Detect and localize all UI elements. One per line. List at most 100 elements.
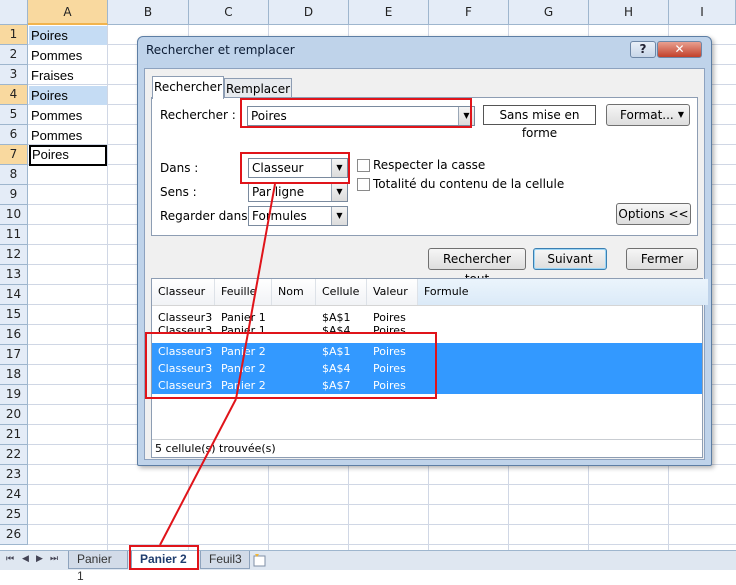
row-header-5[interactable]: 5 (0, 105, 28, 125)
options-button[interactable]: Options << (616, 203, 691, 225)
result-feuille: Panier 2 (221, 379, 266, 392)
grid-line (28, 484, 736, 485)
column-header-c[interactable]: C (189, 0, 269, 25)
tab-panier-2[interactable]: Panier 2 (131, 551, 199, 569)
row-header-12[interactable]: 12 (0, 245, 28, 265)
cell-a5[interactable]: Pommes (29, 106, 107, 125)
row-header-1[interactable]: 1 (0, 25, 28, 45)
search-direction-label: Sens : (160, 185, 197, 199)
match-case-label: Respecter la casse (373, 158, 486, 172)
help-button[interactable]: ? (630, 41, 656, 58)
row-header-11[interactable]: 11 (0, 225, 28, 245)
header-classeur[interactable]: Classeur (152, 279, 215, 305)
format-button[interactable]: Format... ▼ (606, 104, 690, 126)
select-all-corner[interactable] (0, 0, 28, 25)
find-what-combobox[interactable]: Poires ▼ (247, 106, 475, 126)
result-row-selected[interactable]: Classeur3 Panier 2 $A$1 Poires (152, 343, 702, 360)
row-header-19[interactable]: 19 (0, 385, 28, 405)
results-list[interactable]: Classeur Feuille Nom Cellule Valeur Form… (151, 278, 708, 458)
cell-a7-active[interactable]: Poires (29, 145, 107, 166)
result-classeur: Classeur3 (158, 362, 213, 375)
row-header-22[interactable]: 22 (0, 445, 28, 465)
cell-a6[interactable]: Pommes (29, 126, 107, 145)
tab-panier-1[interactable]: Panier 1 (68, 551, 128, 583)
result-cellule: $A$4 (322, 362, 351, 375)
row-header-17[interactable]: 17 (0, 345, 28, 365)
match-entire-label: Totalité du contenu de la cellule (373, 177, 565, 191)
find-next-button[interactable]: Suivant (533, 248, 607, 270)
cell-a1[interactable]: Poires (29, 26, 107, 45)
grid-line (107, 25, 108, 550)
column-header-e[interactable]: E (349, 0, 429, 25)
within-label: Dans : (160, 161, 199, 175)
chevron-down-icon[interactable]: ▼ (331, 183, 347, 201)
row-header-7[interactable]: 7 (0, 145, 28, 165)
insert-sheet-icon[interactable] (251, 553, 269, 567)
row-header-15[interactable]: 15 (0, 305, 28, 325)
result-valeur: Poires (373, 324, 406, 334)
row-header-26[interactable]: 26 (0, 525, 28, 545)
match-entire-checkbox[interactable] (357, 178, 370, 191)
chevron-down-icon[interactable]: ▼ (458, 107, 474, 125)
row-header-13[interactable]: 13 (0, 265, 28, 285)
row-header-8[interactable]: 8 (0, 165, 28, 185)
first-sheet-icon[interactable]: ⏮ (6, 554, 14, 564)
header-feuille[interactable]: Feuille (215, 279, 272, 305)
chevron-down-icon[interactable]: ▼ (331, 159, 347, 177)
row-header-25[interactable]: 25 (0, 505, 28, 525)
column-header-b[interactable]: B (108, 0, 189, 25)
row-header-14[interactable]: 14 (0, 285, 28, 305)
row-header-9[interactable]: 9 (0, 185, 28, 205)
result-classeur: Classeur3 (158, 379, 213, 392)
column-header-a[interactable]: A (28, 0, 108, 25)
format-preview: Sans mise en forme (483, 105, 596, 140)
chevron-down-icon[interactable]: ▼ (331, 207, 347, 225)
row-header-2[interactable]: 2 (0, 45, 28, 65)
result-cellule: $A$7 (322, 379, 351, 392)
tab-feuil3[interactable]: Feuil3 (200, 551, 250, 569)
column-header-h[interactable]: H (589, 0, 669, 25)
header-formule[interactable]: Formule (418, 279, 708, 305)
result-row-selected[interactable]: Classeur3 Panier 2 $A$4 Poires (152, 360, 702, 377)
prev-sheet-icon[interactable]: ◀ (22, 554, 29, 564)
row-header-4[interactable]: 4 (0, 85, 28, 105)
result-row-selected[interactable]: Classeur3 Panier 2 $A$7 Poires (152, 377, 702, 394)
sheet-tab-bar: ⏮ ◀ ▶ ⏭ Panier 1 Panier 2 Feuil3 (0, 550, 736, 583)
match-case-checkbox[interactable] (357, 159, 370, 172)
header-nom[interactable]: Nom (272, 279, 316, 305)
result-feuille: Panier 2 (221, 345, 266, 358)
dropdown-arrow-icon: ▼ (677, 110, 684, 119)
within-combobox[interactable]: Classeur ▼ (248, 158, 348, 178)
row-header-3[interactable]: 3 (0, 65, 28, 85)
row-header-21[interactable]: 21 (0, 425, 28, 445)
find-all-button[interactable]: Rechercher tout (428, 248, 526, 286)
row-header-23[interactable]: 23 (0, 465, 28, 485)
next-sheet-icon[interactable]: ▶ (36, 554, 43, 564)
header-cellule[interactable]: Cellule (316, 279, 367, 305)
row-header-24[interactable]: 24 (0, 485, 28, 505)
column-header-i[interactable]: I (669, 0, 736, 25)
result-valeur: Poires (373, 379, 406, 392)
cell-a2[interactable]: Pommes (29, 46, 107, 65)
row-header-18[interactable]: 18 (0, 365, 28, 385)
cell-a3[interactable]: Fraises (29, 66, 107, 85)
grid-line (28, 544, 736, 545)
column-header-d[interactable]: D (269, 0, 349, 25)
column-header-f[interactable]: F (429, 0, 509, 25)
cell-a4[interactable]: Poires (29, 86, 107, 105)
tab-remplacer[interactable]: Remplacer (224, 78, 292, 99)
row-header-16[interactable]: 16 (0, 325, 28, 345)
result-row[interactable]: Classeur3 Panier 1 $A$4 Poires (152, 322, 702, 334)
last-sheet-icon[interactable]: ⏭ (50, 554, 58, 564)
tab-rechercher[interactable]: Rechercher (152, 76, 224, 99)
row-header-10[interactable]: 10 (0, 205, 28, 225)
search-direction-combobox[interactable]: Par ligne ▼ (248, 182, 348, 202)
close-button[interactable]: Fermer (626, 248, 698, 270)
header-valeur[interactable]: Valeur (367, 279, 418, 305)
result-classeur: Classeur3 (158, 324, 213, 334)
look-in-combobox[interactable]: Formules ▼ (248, 206, 348, 226)
row-header-20[interactable]: 20 (0, 405, 28, 425)
close-x-button[interactable]: ✕ (657, 41, 702, 58)
row-header-6[interactable]: 6 (0, 125, 28, 145)
column-header-g[interactable]: G (509, 0, 589, 25)
